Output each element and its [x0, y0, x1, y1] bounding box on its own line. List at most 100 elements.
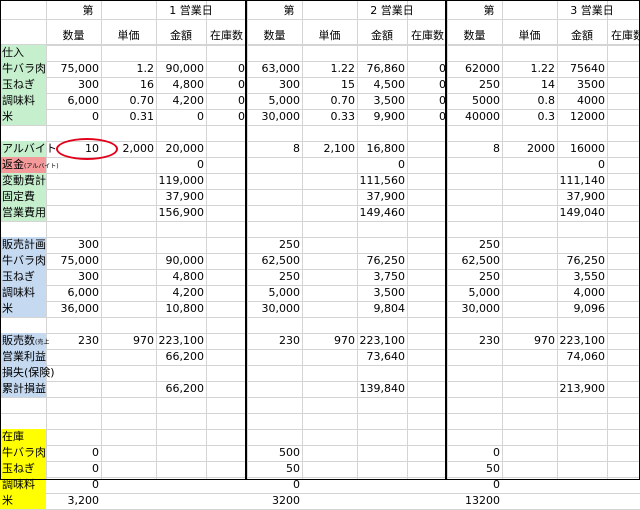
- data-cell[interactable]: [101, 429, 156, 445]
- data-cell[interactable]: [447, 365, 502, 381]
- data-cell[interactable]: [206, 141, 247, 157]
- data-cell[interactable]: [502, 445, 557, 461]
- data-cell[interactable]: [357, 125, 407, 141]
- data-cell[interactable]: 300: [46, 269, 101, 285]
- data-cell[interactable]: [206, 157, 247, 173]
- data-cell[interactable]: 230: [247, 333, 302, 349]
- row-label[interactable]: 営業利益: [0, 349, 46, 365]
- data-cell[interactable]: 16: [101, 77, 156, 93]
- data-cell[interactable]: [557, 397, 607, 413]
- data-cell[interactable]: [156, 45, 206, 61]
- data-cell[interactable]: 213,900: [557, 381, 607, 397]
- data-cell[interactable]: [502, 45, 557, 61]
- data-cell[interactable]: 300: [46, 237, 101, 253]
- data-cell[interactable]: [357, 429, 407, 445]
- row-label[interactable]: 営業費用: [0, 205, 46, 221]
- data-cell[interactable]: 0.33: [302, 109, 357, 125]
- data-cell[interactable]: [247, 349, 302, 365]
- data-cell[interactable]: [557, 125, 607, 141]
- data-cell[interactable]: 0: [46, 477, 101, 493]
- data-cell[interactable]: 0: [46, 445, 101, 461]
- data-cell[interactable]: [302, 365, 357, 381]
- data-cell[interactable]: 37,900: [557, 189, 607, 205]
- data-cell[interactable]: 15: [302, 77, 357, 93]
- data-cell[interactable]: [206, 221, 247, 237]
- row-label[interactable]: [0, 317, 46, 333]
- data-cell[interactable]: [156, 317, 206, 333]
- data-cell[interactable]: [502, 461, 557, 477]
- data-cell[interactable]: [607, 141, 640, 157]
- data-cell[interactable]: [607, 269, 640, 285]
- data-cell[interactable]: 0.8: [502, 93, 557, 109]
- data-cell[interactable]: [502, 253, 557, 269]
- data-cell[interactable]: [407, 317, 448, 333]
- data-cell[interactable]: 0.70: [101, 93, 156, 109]
- data-cell[interactable]: 119,000: [156, 173, 206, 189]
- row-label[interactable]: 調味料: [0, 93, 46, 109]
- data-cell[interactable]: 149,040: [557, 205, 607, 221]
- data-cell[interactable]: [502, 301, 557, 317]
- data-cell[interactable]: [557, 461, 607, 477]
- data-cell[interactable]: [407, 205, 448, 221]
- data-cell[interactable]: [447, 349, 502, 365]
- data-cell[interactable]: [101, 205, 156, 221]
- row-label[interactable]: 損失(保険): [0, 365, 55, 381]
- data-cell[interactable]: [607, 157, 640, 173]
- data-cell[interactable]: [447, 45, 502, 61]
- data-cell[interactable]: [101, 301, 156, 317]
- data-cell[interactable]: [101, 397, 156, 413]
- data-cell[interactable]: [407, 477, 448, 493]
- data-cell[interactable]: [247, 317, 302, 333]
- data-cell[interactable]: [156, 237, 206, 253]
- data-cell[interactable]: [607, 317, 640, 333]
- data-cell[interactable]: [502, 157, 557, 173]
- data-cell[interactable]: 6,000: [46, 93, 101, 109]
- data-cell[interactable]: [101, 381, 156, 397]
- data-cell[interactable]: [101, 45, 156, 61]
- data-cell[interactable]: [206, 461, 247, 477]
- data-cell[interactable]: [407, 285, 448, 301]
- data-cell[interactable]: [557, 45, 607, 61]
- data-cell[interactable]: [447, 317, 502, 333]
- data-cell[interactable]: [247, 125, 302, 141]
- data-cell[interactable]: 4,800: [156, 77, 206, 93]
- data-cell[interactable]: [206, 493, 247, 509]
- data-cell[interactable]: [607, 173, 640, 189]
- data-cell[interactable]: [156, 429, 206, 445]
- data-cell[interactable]: 0: [407, 93, 448, 109]
- row-label[interactable]: 返金(アルバイト): [0, 157, 59, 173]
- row-label[interactable]: 玉ねぎ: [0, 461, 46, 477]
- data-cell[interactable]: [607, 125, 640, 141]
- data-cell[interactable]: [407, 445, 448, 461]
- data-cell[interactable]: [502, 269, 557, 285]
- data-cell[interactable]: 4,000: [557, 285, 607, 301]
- data-cell[interactable]: [502, 429, 557, 445]
- data-cell[interactable]: [302, 221, 357, 237]
- data-cell[interactable]: 76,250: [557, 253, 607, 269]
- data-cell[interactable]: 66,200: [156, 381, 206, 397]
- data-cell[interactable]: 0: [156, 109, 206, 125]
- data-cell[interactable]: 970: [502, 333, 557, 349]
- data-cell[interactable]: [302, 317, 357, 333]
- data-cell[interactable]: 139,840: [357, 381, 407, 397]
- data-cell[interactable]: 3200: [247, 493, 302, 509]
- data-cell[interactable]: [502, 237, 557, 253]
- data-cell[interactable]: 1.22: [502, 61, 557, 77]
- data-cell[interactable]: [447, 189, 502, 205]
- data-cell[interactable]: [607, 349, 640, 365]
- data-cell[interactable]: 1.2: [101, 61, 156, 77]
- data-cell[interactable]: 156,900: [156, 205, 206, 221]
- data-cell[interactable]: [101, 477, 156, 493]
- data-cell[interactable]: 8: [447, 141, 502, 157]
- data-cell[interactable]: 0: [607, 109, 640, 125]
- row-label[interactable]: 固定費: [0, 189, 46, 205]
- data-cell[interactable]: [156, 445, 206, 461]
- data-cell[interactable]: 300: [247, 77, 302, 93]
- data-cell[interactable]: [46, 221, 101, 237]
- data-cell[interactable]: [101, 189, 156, 205]
- data-cell[interactable]: [206, 45, 247, 61]
- data-cell[interactable]: 4,200: [156, 285, 206, 301]
- data-cell[interactable]: 50: [247, 461, 302, 477]
- data-cell[interactable]: 9,900: [357, 109, 407, 125]
- data-cell[interactable]: [407, 429, 448, 445]
